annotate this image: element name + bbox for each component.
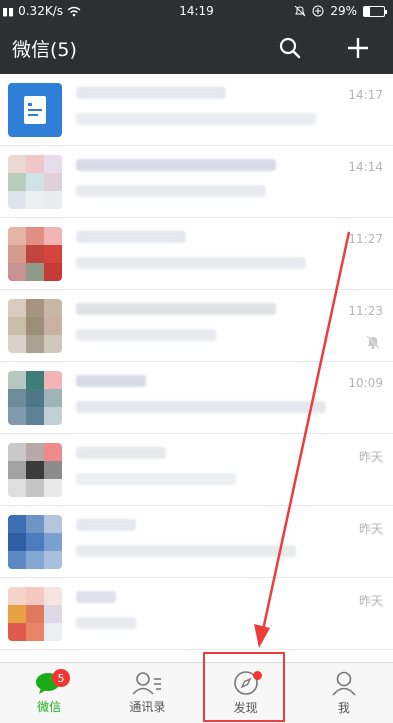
tab-wechat[interactable]: 5 微信 — [0, 663, 98, 723]
chat-preview — [76, 443, 385, 497]
chat-row[interactable]: 昨天 — [0, 434, 393, 506]
blurred-message — [76, 328, 216, 341]
chat-row[interactable]: 11:23 — [0, 290, 393, 362]
mute-bell-icon — [366, 335, 380, 349]
tab-label: 通讯录 — [129, 700, 166, 714]
chat-time: 昨天 — [358, 450, 383, 464]
blurred-name — [76, 86, 226, 99]
avatar — [8, 226, 62, 281]
tab-label: 微信 — [37, 700, 62, 714]
contacts-icon — [132, 672, 162, 695]
chat-time: 昨天 — [358, 522, 383, 536]
blurred-message — [76, 544, 296, 557]
blurred-name — [76, 158, 276, 171]
chat-preview — [76, 83, 385, 137]
blurred-name — [76, 374, 146, 387]
new-content-dot — [252, 671, 262, 680]
add-button[interactable] — [345, 35, 371, 61]
chat-row[interactable]: 14:17 — [0, 74, 393, 146]
blurred-message — [76, 400, 326, 413]
avatar — [8, 154, 62, 209]
page-title: 微信(5) — [12, 38, 77, 61]
chat-time: 11:27 — [348, 232, 383, 246]
chat-time: 昨天 — [358, 594, 383, 608]
chat-list: 14:17 14:14 11:27 11:23 10:09 昨天 昨天 昨天 — [0, 74, 393, 662]
blurred-message — [76, 256, 306, 269]
avatar — [8, 370, 62, 425]
data-saver-icon — [312, 5, 324, 17]
blurred-name — [76, 230, 186, 243]
chat-row[interactable]: 昨天 — [0, 506, 393, 578]
blurred-name — [76, 518, 136, 531]
plus-icon — [348, 38, 368, 58]
network-speed: 0.32K/s — [18, 4, 63, 18]
battery-fill — [364, 6, 370, 16]
chat-preview — [76, 371, 385, 425]
tab-me[interactable]: 我 — [295, 663, 393, 723]
tab-bar: 5 微信 通讯录 发现 我 — [0, 662, 393, 723]
chat-preview — [76, 299, 385, 353]
chat-preview — [76, 515, 385, 569]
blurred-message — [76, 112, 316, 125]
chat-row[interactable]: 10:09 — [0, 362, 393, 434]
person-icon — [332, 671, 356, 696]
alarm-off-icon — [294, 5, 306, 17]
blurred-name — [76, 590, 116, 603]
chat-time: 11:23 — [348, 304, 383, 318]
chat-preview — [76, 155, 385, 209]
status-left: ▮▮ 0.32K/s — [2, 4, 81, 18]
blurred-name — [76, 446, 166, 459]
tab-discover[interactable]: 发现 — [197, 663, 295, 723]
chat-time: 10:09 — [348, 376, 383, 390]
tab-label: 我 — [337, 701, 350, 715]
status-bar: ▮▮ 0.32K/s 14:19 29% — [0, 0, 393, 22]
app-actions — [277, 35, 381, 61]
avatar — [8, 82, 62, 137]
blurred-message — [76, 472, 236, 485]
chat-preview — [76, 227, 385, 281]
signal-icon: ▮▮ — [2, 4, 15, 18]
chat-preview — [76, 587, 385, 641]
chat-row[interactable]: 11:27 — [0, 218, 393, 290]
blurred-name — [76, 302, 276, 315]
avatar — [8, 442, 62, 497]
avatar — [8, 298, 62, 353]
blurred-message — [76, 184, 266, 197]
search-button[interactable] — [277, 35, 303, 61]
chat-time: 14:14 — [348, 160, 383, 174]
battery-icon — [363, 5, 387, 17]
battery-percent: 29% — [330, 4, 357, 18]
chat-time: 14:17 — [348, 88, 383, 102]
avatar — [8, 586, 62, 641]
blurred-message — [76, 616, 136, 629]
document-icon — [24, 95, 46, 124]
tab-label: 发现 — [233, 701, 258, 715]
chat-row[interactable]: 昨天 — [0, 578, 393, 650]
avatar — [8, 514, 62, 569]
unread-badge: 5 — [52, 669, 70, 687]
tab-contacts[interactable]: 通讯录 — [98, 663, 196, 723]
app-bar: 微信(5) — [0, 22, 393, 74]
wifi-icon — [67, 6, 81, 16]
status-right: 29% — [294, 4, 387, 18]
chat-row[interactable]: 14:14 — [0, 146, 393, 218]
search-icon — [279, 37, 301, 59]
